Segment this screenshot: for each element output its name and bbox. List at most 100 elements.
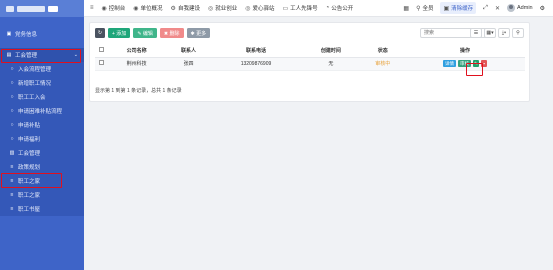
- logo-mark: [6, 5, 14, 12]
- sidebar-item-label: 职工之家: [18, 179, 41, 185]
- circle-icon: ○: [10, 122, 14, 128]
- topnav-item-3[interactable]: ⚙ 自我建设: [171, 4, 200, 13]
- sidebar-item-label: 申请补贴: [18, 123, 41, 129]
- data-table: 公司名称 联系人 联系电话 创建时间 状态 操作 荆州科技 张四 1320987…: [95, 45, 525, 71]
- list-view-icon[interactable]: ☰: [470, 28, 482, 38]
- col-company[interactable]: 公司名称: [107, 45, 167, 58]
- circle-icon: ○: [10, 108, 14, 114]
- delete-row-icon[interactable]: ▪: [481, 60, 487, 67]
- delete-button[interactable]: ✖ 删除: [159, 28, 184, 38]
- sidebar-item-label: 职工工入会: [18, 95, 46, 101]
- sidebar-item-0[interactable]: ▣ 党务信息: [0, 27, 84, 41]
- topnav-item-6[interactable]: ▭ 工人先锋号: [282, 4, 318, 13]
- sidebar-item-label: 党务信息: [15, 32, 38, 38]
- dashboard-icon: ▣: [6, 31, 12, 37]
- chevron-down-icon: ⌄: [73, 52, 78, 58]
- col-contact[interactable]: 联系人: [166, 45, 211, 58]
- edit-button[interactable]: ✎ 编辑: [133, 28, 157, 38]
- sidebar: ▣ 党务信息 ▤ 工会管理 ⌄ ○ 入会流程管理 ○ 新增职工情况 ○ 职工工入会 ○ 申请困难补贴流程…: [0, 0, 84, 270]
- book-icon: ▥: [9, 150, 15, 156]
- col-phone[interactable]: 联系电话: [210, 45, 302, 58]
- row-actions: 详情 审核 ✎ ▪: [443, 60, 487, 67]
- topbar-right-item-3[interactable]: ⤢: [483, 5, 488, 12]
- topnav-item-4[interactable]: ◎ 就业创业: [207, 4, 238, 13]
- pagination-info: 显示第 1 到第 1 条记录，总共 1 条记录: [95, 88, 182, 94]
- circle-icon: ○: [10, 136, 14, 142]
- cell-status: 审核中: [360, 57, 405, 71]
- sidebar-item-12[interactable]: ≡ 职工书屋: [0, 202, 84, 216]
- sidebar-item-7[interactable]: ○ 申请福利: [0, 132, 84, 146]
- sidebar-item-label: 新增职工情况: [18, 81, 52, 87]
- sidebar-item-4[interactable]: ○ 职工工入会: [0, 90, 84, 104]
- table-toolbar: ↻ + 添加 ✎ 编辑 ✖ 删除 ✱ 更多: [95, 28, 211, 38]
- union-icon: ▤: [6, 52, 12, 58]
- topnav-item-2[interactable]: ◉ 单位概况: [133, 4, 163, 13]
- sidebar-item-8[interactable]: ▥ 工会管理: [0, 146, 84, 160]
- detail-button[interactable]: 详情: [443, 60, 456, 67]
- globe-icon: ◎: [207, 5, 214, 12]
- topbar-right-item-2[interactable]: ▣ 清除缓存: [440, 2, 477, 14]
- refresh-button[interactable]: ↻: [95, 28, 105, 38]
- sidebar-item-9[interactable]: ≡ 政策规划: [0, 160, 84, 174]
- user-icon: ⚲: [416, 5, 421, 12]
- table-tools: ☰ ▦▾ ⤓▾ ⚲: [470, 28, 524, 38]
- topnav-item-1[interactable]: ◉ 控制台: [102, 4, 126, 13]
- col-created[interactable]: 创建时间: [301, 45, 361, 58]
- sidebar-item-5[interactable]: ○ 申请困难补贴流程: [0, 104, 84, 118]
- topnav-label: 自我建设: [177, 6, 200, 12]
- edit-row-icon[interactable]: ✎: [473, 60, 479, 67]
- sidebar-item-label: 申请困难补贴流程: [18, 109, 63, 115]
- topnav-item-7[interactable]: ◔ 公告公开: [326, 4, 354, 12]
- col-status[interactable]: 状态: [360, 45, 405, 58]
- columns-icon[interactable]: ▦▾: [484, 28, 496, 38]
- export-icon[interactable]: ⤓▾: [498, 28, 510, 38]
- sidebar-item-label: 工会管理: [18, 151, 41, 157]
- sidebar-item-10[interactable]: ≡ 职工之家: [0, 174, 84, 188]
- grid-icon: ▦: [403, 5, 410, 12]
- audit-button[interactable]: 审核: [458, 60, 471, 67]
- header-checkbox-cell: [95, 45, 107, 58]
- topbar-right-item-0[interactable]: ▦: [403, 5, 409, 12]
- topbar-right: ▦ ⚲ 全员 ▣ 清除缓存 ⤢ ✕ Admin ⚙: [403, 2, 553, 14]
- sidebar-item-11[interactable]: ≡ 职工之家: [0, 188, 84, 202]
- circle-icon: ○: [10, 94, 14, 100]
- table-row[interactable]: 荆州科技 张四 13209876909 无 审核中 详情 审核 ✎ ▪: [95, 57, 525, 71]
- top-navbar: ≡ ◉ 控制台 ◉ 单位概况 ⚙ 自我建设 ◎ 就业创业 ◎ 爱心驿站 ▭ 工人先锋号 ◔ 公告公开 ▦ ⚲ 全员…: [84, 0, 553, 17]
- circle-icon: ○: [10, 80, 14, 86]
- list-icon: ≡: [10, 192, 14, 198]
- sidebar-item-label: 工会管理: [15, 53, 38, 59]
- more-button[interactable]: ✱ 更多: [186, 28, 211, 38]
- cell-actions: 详情 审核 ✎ ▪: [405, 57, 525, 71]
- heart-icon: ◎: [245, 5, 251, 12]
- sidebar-item-label: 政策规划: [18, 165, 41, 171]
- sidebar-item-3[interactable]: ○ 新增职工情况: [0, 76, 84, 90]
- side-menu: ▣ 党务信息 ▤ 工会管理 ⌄ ○ 入会流程管理 ○ 新增职工情况 ○ 职工工入会 ○ 申请困难补贴流程…: [0, 17, 84, 216]
- topnav-label: 就业创业: [215, 6, 238, 12]
- topnav-label: 公告公开: [331, 6, 354, 12]
- trash-icon: ▣: [443, 5, 450, 12]
- topnav-item-0[interactable]: ≡: [90, 5, 94, 11]
- list-icon: ≡: [10, 164, 14, 170]
- topnav-label: 爱心驿站: [252, 6, 275, 12]
- topnav-item-5[interactable]: ◎ 爱心驿站: [245, 4, 275, 13]
- topbar-right-item-1[interactable]: ⚲ 全员: [416, 4, 434, 13]
- topbar-right-item-4[interactable]: ✕: [495, 5, 500, 12]
- menu-toggle-icon: ≡: [90, 5, 94, 11]
- settings-gear-icon[interactable]: ⚙: [540, 5, 545, 12]
- row-checkbox[interactable]: [98, 60, 104, 65]
- bell-icon: ◔: [325, 5, 330, 11]
- topnav-label: 工人先锋号: [290, 6, 318, 12]
- avatar: [507, 4, 516, 12]
- row-checkbox-cell: [95, 57, 107, 71]
- add-button[interactable]: + 添加: [108, 28, 131, 38]
- sidebar-item-6[interactable]: ○ 申请补贴: [0, 118, 84, 132]
- cell-phone: 13209876909: [210, 57, 302, 71]
- topnav-label: 控制台: [108, 6, 126, 12]
- select-all-checkbox[interactable]: [98, 47, 104, 53]
- topnav-label: 单位概况: [140, 6, 163, 12]
- sidebar-item-2[interactable]: ○ 入会流程管理: [0, 62, 84, 76]
- topbar-right-label: 全员: [422, 6, 434, 12]
- sidebar-item-1[interactable]: ▤ 工会管理 ⌄: [0, 48, 84, 62]
- user-menu[interactable]: Admin: [507, 4, 533, 12]
- search-toggle-icon[interactable]: ⚲: [512, 28, 524, 38]
